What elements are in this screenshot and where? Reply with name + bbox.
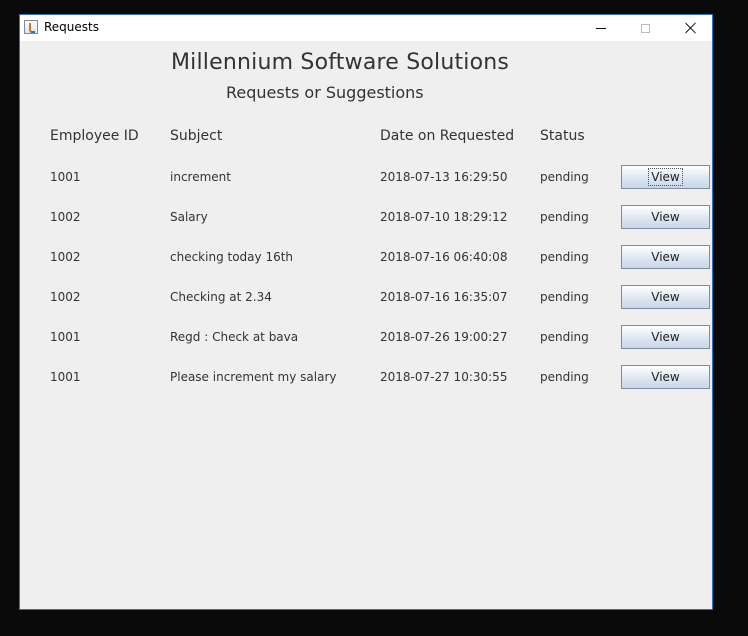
column-header-employee-id: Employee ID bbox=[50, 128, 139, 144]
employee-id-cell: 1001 bbox=[50, 370, 81, 384]
status-cell: pending bbox=[540, 370, 589, 384]
date-cell: 2018-07-16 06:40:08 bbox=[380, 250, 508, 264]
view-button[interactable]: View bbox=[621, 205, 710, 229]
employee-id-cell: 1001 bbox=[50, 170, 81, 184]
view-button-label: View bbox=[648, 168, 683, 186]
view-button-label: View bbox=[651, 250, 680, 264]
view-button[interactable]: View bbox=[621, 325, 710, 349]
view-button[interactable]: View bbox=[621, 285, 710, 309]
minimize-button[interactable] bbox=[578, 15, 623, 41]
status-cell: pending bbox=[540, 290, 589, 304]
column-header-date: Date on Requested bbox=[380, 128, 515, 144]
company-title: Millennium Software Solutions bbox=[171, 50, 510, 75]
view-button-label: View bbox=[651, 370, 680, 384]
java-app-icon bbox=[24, 20, 38, 34]
status-cell: pending bbox=[540, 330, 589, 344]
maximize-icon bbox=[641, 23, 650, 33]
maximize-button[interactable] bbox=[623, 15, 668, 41]
subject-cell: increment bbox=[170, 170, 231, 184]
view-button[interactable]: View bbox=[621, 165, 710, 189]
employee-id-cell: 1001 bbox=[50, 330, 81, 344]
close-icon bbox=[685, 22, 697, 34]
subject-cell: Salary bbox=[170, 210, 208, 224]
subject-cell: Please increment my salary bbox=[170, 370, 337, 384]
view-button[interactable]: View bbox=[621, 245, 710, 269]
subject-cell: Regd : Check at bava bbox=[170, 330, 299, 344]
view-button[interactable]: View bbox=[621, 365, 710, 389]
page-subtitle: Requests or Suggestions bbox=[226, 83, 424, 102]
date-cell: 2018-07-10 18:29:12 bbox=[380, 210, 508, 224]
subject-cell: checking today 16th bbox=[170, 250, 294, 264]
content-panel: Millennium Software Solutions Requests o… bbox=[20, 41, 712, 611]
employee-id-cell: 1002 bbox=[50, 290, 81, 304]
close-button[interactable] bbox=[668, 15, 713, 41]
date-cell: 2018-07-26 19:00:27 bbox=[380, 330, 508, 344]
date-cell: 2018-07-16 16:35:07 bbox=[380, 290, 508, 304]
view-button-label: View bbox=[651, 210, 680, 224]
view-button-label: View bbox=[651, 330, 680, 344]
title-bar[interactable]: Requests bbox=[20, 15, 712, 41]
window-title: Requests bbox=[44, 20, 99, 34]
status-cell: pending bbox=[540, 170, 589, 184]
subject-cell: Checking at 2.34 bbox=[170, 290, 272, 304]
minimize-icon bbox=[595, 27, 606, 29]
employee-id-cell: 1002 bbox=[50, 210, 81, 224]
requests-window: Requests Millennium Software Solutions R… bbox=[19, 14, 713, 610]
status-cell: pending bbox=[540, 250, 589, 264]
column-header-status: Status bbox=[540, 128, 585, 144]
view-button-label: View bbox=[651, 290, 680, 304]
date-cell: 2018-07-27 10:30:55 bbox=[380, 370, 508, 384]
employee-id-cell: 1002 bbox=[50, 250, 81, 264]
column-header-subject: Subject bbox=[170, 128, 223, 144]
status-cell: pending bbox=[540, 210, 589, 224]
date-cell: 2018-07-13 16:29:50 bbox=[380, 170, 508, 184]
